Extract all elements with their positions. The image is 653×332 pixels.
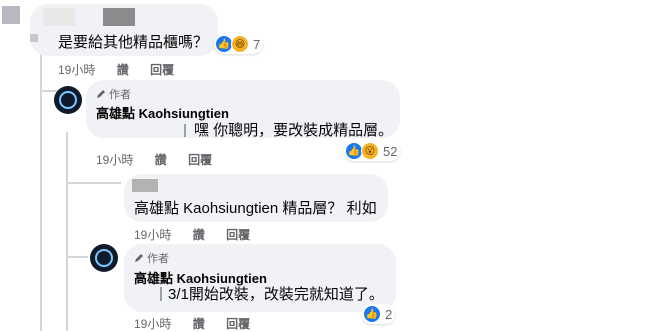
like-icon: 👍 xyxy=(363,305,381,323)
text-cursor-4 xyxy=(160,287,162,301)
redacted-name-1 xyxy=(43,8,75,26)
comment-text-3: 高雄點 Kaohsiungtien 精品層？ 利如 xyxy=(134,200,377,217)
author-badge-2: 作者 xyxy=(96,86,131,102)
thread-line-main xyxy=(40,40,42,331)
reaction-count-4: 2 xyxy=(385,306,393,322)
redacted-name-comment-3 xyxy=(132,179,158,192)
comment-time-2[interactable]: 19小時 xyxy=(96,151,133,168)
pencil-icon xyxy=(97,90,105,98)
comment-actions-2: 19小時 讚 回覆 xyxy=(96,151,230,168)
comment-actions-3: 19小時 讚 回覆 xyxy=(134,226,268,243)
thread-line-branch-3 xyxy=(66,256,88,258)
reaction-summary-2[interactable]: 👍 😮 52 xyxy=(344,141,401,161)
like-button-4[interactable]: 讚 xyxy=(193,315,205,332)
like-button-2[interactable]: 讚 xyxy=(155,151,167,168)
reaction-count-2: 52 xyxy=(383,143,398,159)
comment-actions-1: 19小時 讚 回覆 xyxy=(58,61,192,78)
reply-button-1[interactable]: 回覆 xyxy=(150,61,174,78)
comment-actions-4: 19小時 讚 回覆 xyxy=(134,315,268,332)
redacted-name-2 xyxy=(103,8,135,26)
reaction-summary-1[interactable]: 👍 😆 7 xyxy=(214,34,264,54)
like-button-3[interactable]: 讚 xyxy=(193,226,205,243)
reply-button-2[interactable]: 回覆 xyxy=(188,151,212,168)
comment-text-2: 嘿 你聰明，要改裝成精品層。 xyxy=(194,122,394,139)
reaction-count-1: 7 xyxy=(253,36,261,52)
thread-line-branch-2 xyxy=(66,182,121,184)
reply-button-4[interactable]: 回覆 xyxy=(226,315,250,332)
avatar-pixelated[interactable] xyxy=(2,6,20,24)
author-badge-4: 作者 xyxy=(134,250,169,266)
haha-icon: 😆 xyxy=(231,35,249,53)
reply-button-3[interactable]: 回覆 xyxy=(226,226,250,243)
logo-avatar[interactable] xyxy=(54,86,82,114)
reaction-summary-4[interactable]: 👍 2 xyxy=(362,304,396,324)
thread-line-sub xyxy=(66,132,68,331)
redacted-name-3 xyxy=(30,34,38,42)
like-button-1[interactable]: 讚 xyxy=(117,61,129,78)
text-cursor-2 xyxy=(184,124,186,137)
comment-time-1[interactable]: 19小時 xyxy=(58,61,95,78)
pencil-icon xyxy=(135,254,143,262)
comment-time-4[interactable]: 19小時 xyxy=(134,315,171,332)
logo-avatar-2[interactable] xyxy=(90,244,118,272)
comment-time-3[interactable]: 19小時 xyxy=(134,226,171,243)
comment-text-4: 3/1開始改裝，改裝完就知道了。 xyxy=(168,286,384,303)
comment-text-1: 是要給其他精品櫃嗎？ xyxy=(58,34,209,51)
wow-icon: 😮 xyxy=(361,142,379,160)
